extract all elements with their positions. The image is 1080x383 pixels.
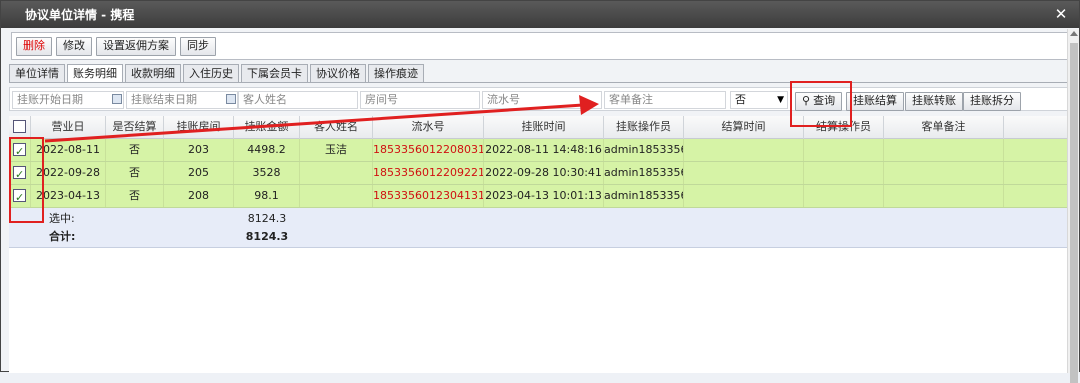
search-icon: ⚲	[802, 95, 814, 107]
serial-number-input[interactable]: 流水号	[482, 91, 602, 109]
col-operator[interactable]: 挂账操作员	[604, 116, 684, 139]
titlebar: 协议单位详情 - 携程 ✕	[1, 1, 1079, 28]
table-footer: 选中: 8124.3 合计: 8124.3	[9, 208, 1067, 248]
scroll-up-icon[interactable]	[1070, 31, 1078, 36]
room-number-input[interactable]: 房间号	[360, 91, 480, 109]
cell-settled: 否	[106, 162, 164, 184]
table-header: 营业日 是否结算 挂账房间 挂账金额 客人姓名 流水号 挂账时间 挂账操作员 结…	[9, 116, 1067, 139]
split-button[interactable]: 挂账拆分	[963, 92, 1021, 111]
transfer-button[interactable]: 挂账转账	[905, 92, 963, 111]
col-room[interactable]: 挂账房间	[164, 116, 234, 139]
cell-date: 2023-04-13	[31, 185, 106, 207]
chevron-down-icon: ▼	[777, 95, 784, 105]
start-date-input[interactable]: 挂账开始日期	[12, 91, 124, 109]
calendar-icon[interactable]	[112, 94, 122, 104]
scroll-thumb[interactable]	[1070, 43, 1078, 383]
cell-operator: admin1853356	[604, 162, 684, 184]
tab-account-detail[interactable]: 账务明细	[67, 64, 123, 82]
tab-operation-log[interactable]: 操作痕迹	[368, 64, 424, 82]
tab-bar: 单位详情 账务明细 收款明细 入住历史 下属会员卡 协议价格 操作痕迹	[9, 64, 424, 82]
settle-button[interactable]: 挂账结算	[846, 92, 904, 111]
cell-operator: admin1853356	[604, 185, 684, 207]
table-row[interactable]: 2023-04-13 否 208 98.1 185335601230413100…	[9, 185, 1067, 208]
query-button[interactable]: ⚲ 查询	[795, 92, 843, 111]
table-row[interactable]: 2022-08-11 否 203 4498.2 玉洁 1853356012208…	[9, 139, 1067, 162]
cell-time: 2023-04-13 10:01:13	[484, 185, 604, 207]
settled-select-value: 否	[735, 93, 746, 106]
set-rebate-button[interactable]: 设置返佣方案	[96, 36, 176, 56]
cell-date: 2022-08-11	[31, 139, 106, 161]
col-remark[interactable]: 客单备注	[884, 116, 1004, 139]
grand-total: 8124.3	[245, 230, 289, 243]
sync-button[interactable]: 同步	[180, 36, 216, 56]
col-settle-time[interactable]: 结算时间	[684, 116, 804, 139]
row-check-cell	[9, 185, 31, 207]
col-time[interactable]: 挂账时间	[484, 116, 604, 139]
tab-divider	[9, 82, 1075, 83]
table-row[interactable]: 2022-09-28 否 205 3528 185335601220922104…	[9, 162, 1067, 185]
cell-guest	[300, 162, 373, 184]
col-guest-name[interactable]: 客人姓名	[300, 116, 373, 139]
tab-checkin-history[interactable]: 入住历史	[183, 64, 239, 82]
remark-input[interactable]: 客单备注	[604, 91, 726, 109]
select-all-checkbox[interactable]	[13, 120, 26, 133]
cell-settle-operator	[804, 139, 884, 161]
row-check-cell	[9, 162, 31, 184]
ledger-table: 营业日 是否结算 挂账房间 挂账金额 客人姓名 流水号 挂账时间 挂账操作员 结…	[9, 116, 1067, 373]
tab-unit-detail[interactable]: 单位详情	[9, 64, 65, 82]
edit-button[interactable]: 修改	[56, 36, 92, 56]
guest-name-input[interactable]: 客人姓名	[238, 91, 358, 109]
cell-guest	[300, 185, 373, 207]
cell-serial[interactable]: 185335601230413100...	[373, 185, 484, 207]
toolbar: 删除 修改 设置返佣方案 同步	[11, 32, 1073, 60]
col-business-date[interactable]: 营业日	[31, 116, 106, 139]
end-date-input[interactable]: 挂账结束日期	[126, 91, 238, 109]
cell-serial[interactable]: 185335601220922104...	[373, 162, 484, 184]
cell-settle-time	[684, 162, 804, 184]
cell-amount: 3528	[234, 162, 300, 184]
cell-operator: admin1853356	[604, 139, 684, 161]
cell-remark	[884, 162, 1004, 184]
row-check-cell	[9, 139, 31, 161]
col-amount[interactable]: 挂账金额	[234, 116, 300, 139]
row-checkbox[interactable]	[13, 141, 26, 161]
row-checkbox[interactable]	[13, 187, 26, 207]
cell-settle-operator	[804, 162, 884, 184]
cell-amount: 98.1	[234, 185, 300, 207]
cell-settle-operator	[804, 185, 884, 207]
query-button-label: 查询	[813, 95, 836, 107]
cell-serial[interactable]: 185335601220803151...	[373, 139, 484, 161]
cell-time: 2022-09-28 10:30:41	[484, 162, 604, 184]
calendar-icon[interactable]	[226, 94, 236, 104]
cell-room: 203	[164, 139, 234, 161]
window-title: 协议单位详情 - 携程	[25, 8, 135, 22]
grand-total-label: 合计:	[49, 230, 76, 243]
cell-amount: 4498.2	[234, 139, 300, 161]
col-serial[interactable]: 流水号	[373, 116, 484, 139]
cell-remark	[884, 139, 1004, 161]
tab-member-cards[interactable]: 下属会员卡	[241, 64, 308, 82]
delete-button[interactable]: 删除	[16, 36, 52, 56]
cell-guest: 玉洁	[300, 139, 373, 161]
settled-select[interactable]: 否 ▼	[730, 91, 788, 109]
col-settled[interactable]: 是否结算	[106, 116, 164, 139]
row-checkbox[interactable]	[13, 164, 26, 184]
col-settle-operator[interactable]: 结算操作员	[804, 116, 884, 139]
cell-settled: 否	[106, 139, 164, 161]
close-icon[interactable]: ✕	[1053, 6, 1069, 22]
agreement-unit-detail-window: 协议单位详情 - 携程 ✕ 删除 修改 设置返佣方案 同步 单位详情 账务明细 …	[0, 0, 1080, 383]
tab-agreement-price[interactable]: 协议价格	[310, 64, 366, 82]
cell-date: 2022-09-28	[31, 162, 106, 184]
cell-settle-time	[684, 139, 804, 161]
select-all-cell	[9, 116, 31, 139]
scrollbar[interactable]	[1067, 29, 1079, 383]
filter-bar: 挂账开始日期 挂账结束日期 客人姓名 房间号 流水号 客单备注 否 ▼ ⚲ 查询…	[9, 87, 1075, 111]
cell-remark	[884, 185, 1004, 207]
tab-receipt-detail[interactable]: 收款明细	[125, 64, 181, 82]
cell-time: 2022-08-11 14:48:16	[484, 139, 604, 161]
cell-settled: 否	[106, 185, 164, 207]
cell-settle-time	[684, 185, 804, 207]
cell-room: 208	[164, 185, 234, 207]
cell-room: 205	[164, 162, 234, 184]
